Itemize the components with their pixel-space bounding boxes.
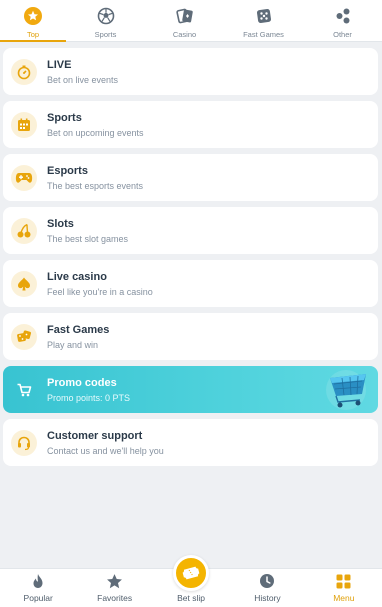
menu-item-subtitle: The best esports events: [47, 180, 144, 191]
nav-menu[interactable]: Menu: [306, 569, 382, 607]
nav-label: History: [254, 593, 281, 603]
tab-casino[interactable]: Casino: [145, 0, 224, 41]
menu-item-subtitle: Bet on upcoming events: [47, 127, 144, 138]
menu-item-title: LIVE: [47, 58, 72, 71]
nav-favorites[interactable]: Favorites: [76, 569, 152, 607]
bottom-nav: Popular Favorites Bet slip History Menu: [0, 555, 382, 607]
menu-item-subtitle: The best slot games: [47, 233, 129, 244]
tab-label: Other: [333, 30, 352, 39]
tab-label: Casino: [172, 30, 197, 39]
menu-item-customer-support[interactable]: Customer support Contact us and we'll he…: [3, 419, 378, 466]
spade-icon: [11, 270, 37, 297]
menu-item-subtitle: Contact us and we'll help you: [47, 445, 164, 456]
nav-bet-slip[interactable]: Bet slip: [153, 555, 229, 607]
menu-item-title: Live casino: [47, 270, 107, 283]
menu-item-title: Sports: [47, 111, 82, 124]
shopping-cart-illustration: [326, 370, 366, 410]
tab-label: Fast Games: [243, 30, 284, 39]
menu-item-slots[interactable]: Slots The best slot games: [3, 207, 378, 254]
menu-item-esports[interactable]: Esports The best esports events: [3, 154, 378, 201]
clock-icon: [258, 572, 276, 590]
calendar-icon: [11, 111, 37, 138]
menu-item-live[interactable]: LIVE Bet on live events: [3, 48, 378, 95]
dice-icon: [11, 323, 37, 350]
nav-label: Favorites: [97, 593, 133, 603]
tab-label: Sports: [94, 30, 117, 39]
nav-label: Bet slip: [177, 593, 205, 603]
menu-item-title: Fast Games: [47, 323, 110, 336]
tab-other[interactable]: Other: [303, 0, 382, 41]
menu-item-promo-codes[interactable]: Promo codes Promo points: 0 PTS: [3, 366, 378, 413]
menu-item-live-casino[interactable]: Live casino Feel like you're in a casino: [3, 260, 378, 307]
nav-label: Popular: [23, 593, 53, 603]
nav-label: Menu: [333, 593, 355, 603]
menu-item-title: Promo codes: [47, 376, 117, 389]
top-tab-bar: Top Sports Casino Fast Games Other: [0, 0, 382, 42]
stopwatch-icon: [11, 58, 37, 85]
menu-item-fast-games[interactable]: Fast Games Play and win: [3, 313, 378, 360]
tab-fast-games[interactable]: Fast Games: [224, 0, 303, 41]
menu-item-subtitle: Play and win: [47, 339, 99, 350]
sports-ball-icon: [96, 6, 116, 26]
menu-item-subtitle: Bet on live events: [47, 74, 119, 85]
nav-history[interactable]: History: [229, 569, 305, 607]
menu-item-subtitle: Promo points: 0 PTS: [47, 392, 131, 403]
flame-icon: [29, 572, 47, 590]
menu-item-subtitle: Feel like you're in a casino: [47, 286, 153, 297]
dice-icon: [254, 6, 274, 26]
menu-item-title: Esports: [47, 164, 88, 177]
tab-sports[interactable]: Sports: [66, 0, 145, 41]
cards-icon: [175, 6, 195, 26]
menu-item-title: Slots: [47, 217, 74, 230]
cart-icon: [11, 377, 37, 403]
menu-item-sports[interactable]: Sports Bet on upcoming events: [3, 101, 378, 148]
nav-popular[interactable]: Popular: [0, 569, 76, 607]
grid-icon: [335, 572, 353, 590]
tab-top[interactable]: Top: [0, 0, 66, 42]
headset-icon: [11, 429, 37, 456]
star-icon: [23, 6, 43, 26]
menu-item-title: Customer support: [47, 429, 143, 442]
gamepad-icon: [11, 164, 37, 191]
cherries-icon: [11, 217, 37, 244]
ticket-icon: [173, 555, 210, 591]
tab-label: Top: [26, 30, 40, 39]
star-icon: [106, 572, 124, 590]
dots-icon: [333, 6, 353, 26]
